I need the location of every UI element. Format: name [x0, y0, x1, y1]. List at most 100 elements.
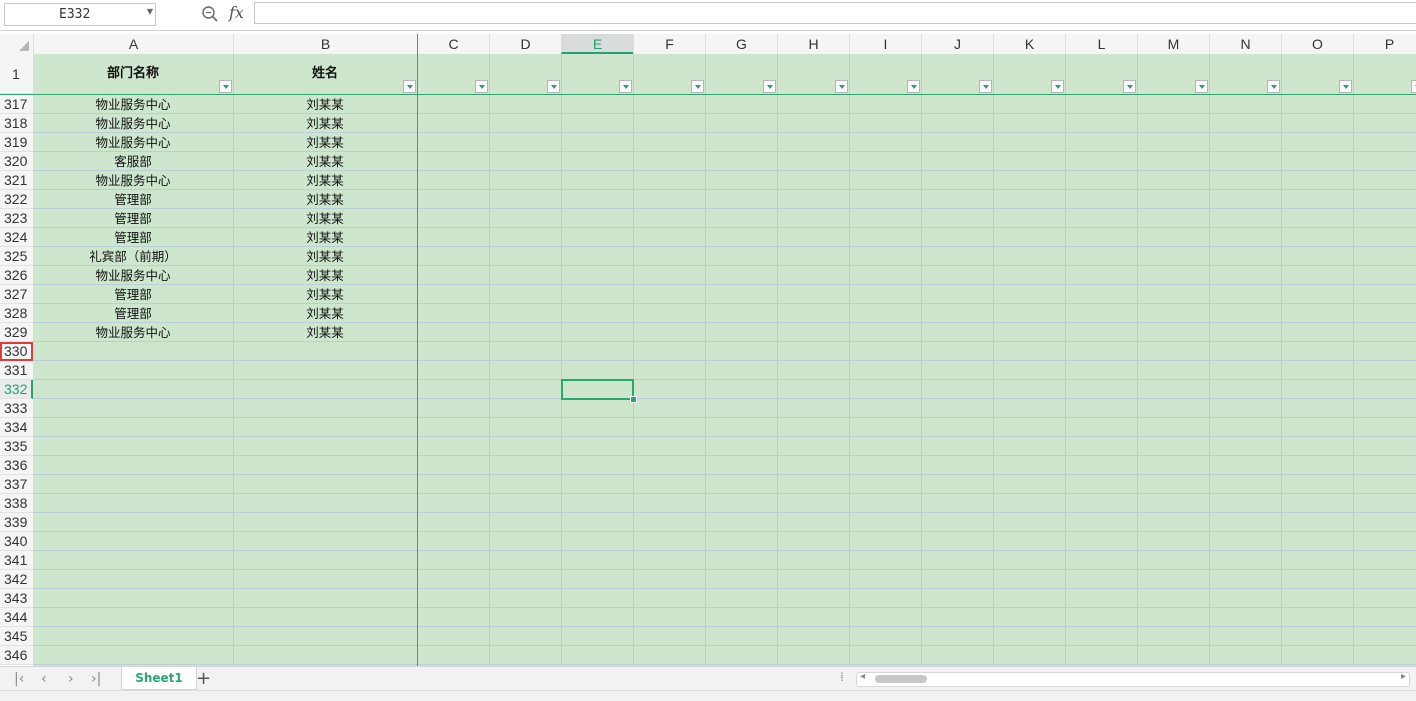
cell-department[interactable]: 管理部: [33, 190, 233, 209]
row-header-321[interactable]: 321: [0, 171, 33, 190]
cell-name[interactable]: 刘某某: [233, 114, 417, 133]
tab-sheet1[interactable]: Sheet1: [121, 667, 197, 690]
cell-department[interactable]: 管理部: [33, 285, 233, 304]
row-header-322[interactable]: 322: [0, 190, 33, 209]
row-header-318[interactable]: 318: [0, 114, 33, 133]
cell-department[interactable]: 管理部: [33, 209, 233, 228]
cell-department[interactable]: 管理部: [33, 304, 233, 323]
column-header-e[interactable]: E: [561, 34, 633, 54]
cell-name[interactable]: 刘某某: [233, 133, 417, 152]
row-header-335[interactable]: 335: [0, 437, 33, 456]
row-header-340[interactable]: 340: [0, 532, 33, 551]
fx-icon[interactable]: fx: [229, 3, 244, 22]
column-header-c[interactable]: C: [417, 34, 489, 54]
cell-name[interactable]: 刘某某: [233, 228, 417, 247]
row-header-329[interactable]: 329: [0, 323, 33, 342]
row-header-328[interactable]: 328: [0, 304, 33, 323]
header-cell-a[interactable]: 部门名称: [33, 54, 233, 94]
filter-dropdown-icon[interactable]: [1195, 80, 1208, 93]
column-header-o[interactable]: O: [1281, 34, 1353, 54]
filter-dropdown-icon[interactable]: [547, 80, 560, 93]
row-header-345[interactable]: 345: [0, 627, 33, 646]
cell-name[interactable]: 刘某某: [233, 323, 417, 342]
filter-dropdown-icon[interactable]: [763, 80, 776, 93]
column-header-k[interactable]: K: [993, 34, 1065, 54]
row-header-330[interactable]: 330: [0, 342, 33, 361]
column-header-b[interactable]: B: [233, 34, 417, 54]
scroll-left-icon[interactable]: ◂: [860, 671, 865, 682]
cell-department[interactable]: 物业服务中心: [33, 95, 233, 114]
cell-name[interactable]: 刘某某: [233, 152, 417, 171]
row-header-336[interactable]: 336: [0, 456, 33, 475]
filter-dropdown-icon[interactable]: [403, 80, 416, 93]
name-box[interactable]: E332 ▼: [4, 3, 156, 26]
column-header-f[interactable]: F: [633, 34, 705, 54]
cell-department[interactable]: 物业服务中心: [33, 266, 233, 285]
filter-dropdown-icon[interactable]: [475, 80, 488, 93]
row-header-341[interactable]: 341: [0, 551, 33, 570]
cell-name[interactable]: 刘某某: [233, 247, 417, 266]
last-sheet-icon[interactable]: ›|: [91, 671, 101, 687]
filter-dropdown-icon[interactable]: [979, 80, 992, 93]
formula-input[interactable]: [254, 2, 1416, 24]
row-header-339[interactable]: 339: [0, 513, 33, 532]
filter-dropdown-icon[interactable]: [1339, 80, 1352, 93]
select-all-corner[interactable]: [0, 34, 33, 54]
header-cell-b[interactable]: 姓名: [233, 54, 417, 94]
cell-department[interactable]: 物业服务中心: [33, 323, 233, 342]
scroll-right-icon[interactable]: ▸: [1401, 671, 1406, 682]
filter-dropdown-icon[interactable]: [219, 80, 232, 93]
row-header-332[interactable]: 332: [0, 380, 33, 399]
row-header-319[interactable]: 319: [0, 133, 33, 152]
row-header-1[interactable]: 1: [0, 54, 33, 94]
column-header-g[interactable]: G: [705, 34, 777, 54]
column-header-m[interactable]: M: [1137, 34, 1209, 54]
cell-name[interactable]: 刘某某: [233, 190, 417, 209]
filter-dropdown-icon[interactable]: [907, 80, 920, 93]
row-header-344[interactable]: 344: [0, 608, 33, 627]
split-handle-icon[interactable]: ⁞: [840, 670, 844, 684]
cell-department[interactable]: 礼宾部（前期）: [33, 247, 233, 266]
filter-dropdown-icon[interactable]: [619, 80, 632, 93]
row-header-317[interactable]: 317: [0, 95, 33, 114]
column-header-l[interactable]: L: [1065, 34, 1137, 54]
filter-dropdown-icon[interactable]: [1411, 80, 1416, 93]
active-cell[interactable]: [561, 379, 634, 400]
row-header-343[interactable]: 343: [0, 589, 33, 608]
column-header-p[interactable]: P: [1353, 34, 1416, 54]
filter-dropdown-icon[interactable]: [691, 80, 704, 93]
row-header-325[interactable]: 325: [0, 247, 33, 266]
cell-department[interactable]: 物业服务中心: [33, 133, 233, 152]
cell-department[interactable]: 物业服务中心: [33, 171, 233, 190]
row-header-331[interactable]: 331: [0, 361, 33, 380]
row-header-327[interactable]: 327: [0, 285, 33, 304]
row-header-323[interactable]: 323: [0, 209, 33, 228]
row-header-320[interactable]: 320: [0, 152, 33, 171]
cell-name[interactable]: 刘某某: [233, 266, 417, 285]
cell-name[interactable]: 刘某某: [233, 171, 417, 190]
row-header-337[interactable]: 337: [0, 475, 33, 494]
column-header-i[interactable]: I: [849, 34, 921, 54]
cell-name[interactable]: 刘某某: [233, 304, 417, 323]
scroll-thumb[interactable]: [875, 675, 927, 683]
row-header-346[interactable]: 346: [0, 646, 33, 665]
cell-department[interactable]: 客服部: [33, 152, 233, 171]
filter-dropdown-icon[interactable]: [1123, 80, 1136, 93]
sheet-grid[interactable]: 1 部门名称 姓名 317 物业服务中心 刘某某 318 物业服务中心 刘某某 319 物业服务中心…: [0, 54, 1416, 666]
filter-dropdown-icon[interactable]: [835, 80, 848, 93]
column-header-j[interactable]: J: [921, 34, 993, 54]
next-sheet-icon[interactable]: ›: [68, 671, 74, 687]
row-header-333[interactable]: 333: [0, 399, 33, 418]
name-box-dropdown-icon[interactable]: ▼: [147, 7, 153, 16]
filter-dropdown-icon[interactable]: [1267, 80, 1280, 93]
cell-name[interactable]: 刘某某: [233, 209, 417, 228]
filter-dropdown-icon[interactable]: [1051, 80, 1064, 93]
row-header-338[interactable]: 338: [0, 494, 33, 513]
cell-department[interactable]: 物业服务中心: [33, 114, 233, 133]
prev-sheet-icon[interactable]: ‹: [41, 671, 47, 687]
fill-handle[interactable]: [630, 396, 637, 403]
cell-department[interactable]: 管理部: [33, 228, 233, 247]
add-sheet-icon[interactable]: +: [196, 668, 211, 689]
row-header-342[interactable]: 342: [0, 570, 33, 589]
column-header-d[interactable]: D: [489, 34, 561, 54]
